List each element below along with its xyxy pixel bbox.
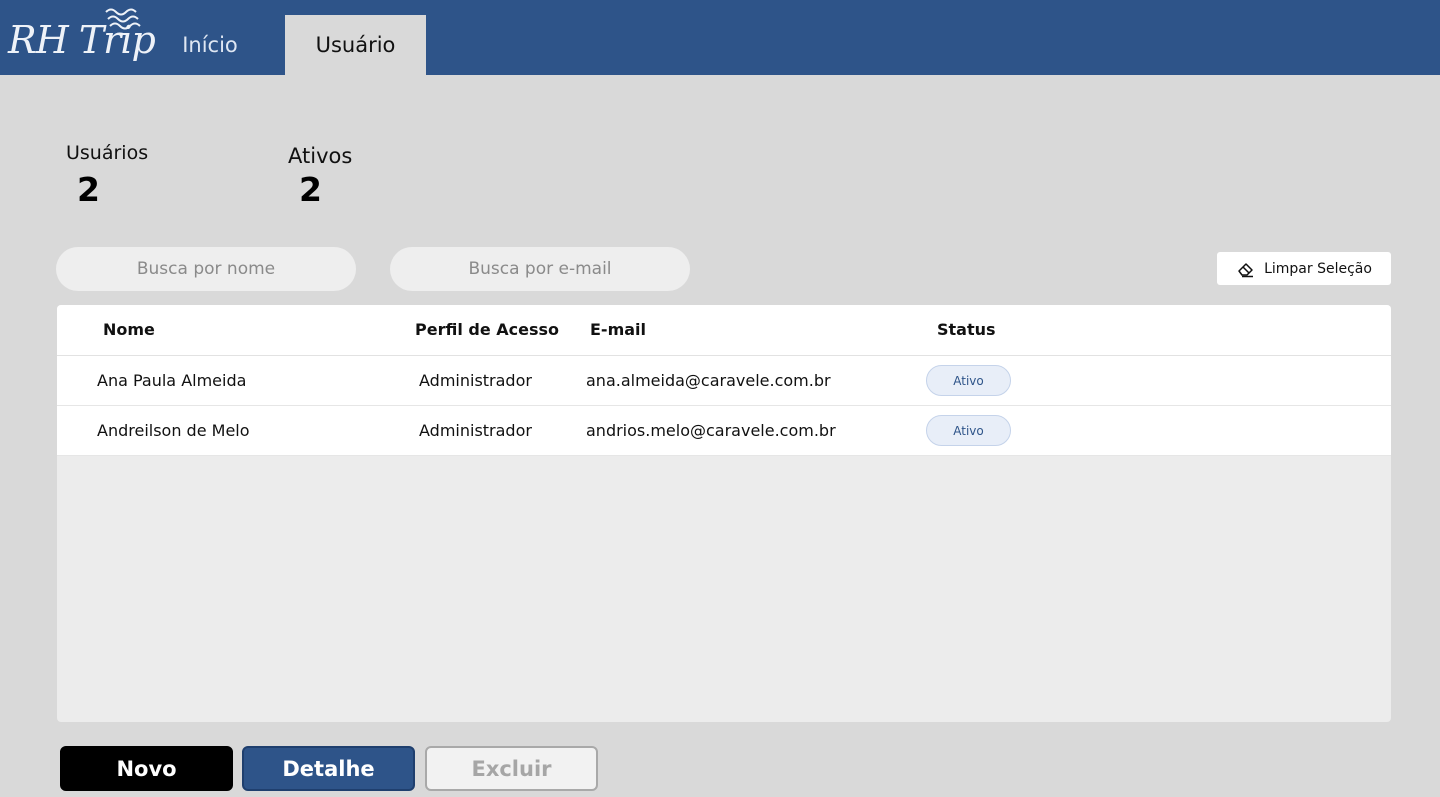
users-count-value: 2	[77, 170, 100, 209]
active-count-value: 2	[299, 170, 322, 209]
delete-button[interactable]: Excluir	[425, 746, 598, 791]
new-button[interactable]: Novo	[60, 746, 233, 791]
status-badge: Ativo	[926, 415, 1011, 446]
table-row[interactable]: Andreilson de Melo Administrador andrios…	[57, 406, 1391, 456]
cell-profile: Administrador	[419, 371, 532, 390]
top-bar: RH Trip Início Usuário	[0, 0, 1440, 75]
column-header-profile[interactable]: Perfil de Acesso	[415, 320, 559, 339]
logo: RH Trip	[6, 6, 156, 68]
column-header-status[interactable]: Status	[937, 320, 996, 339]
tab-usuario[interactable]: Usuário	[285, 15, 426, 75]
active-count-label: Ativos	[288, 144, 353, 168]
search-name-input[interactable]	[56, 247, 356, 291]
users-table: Nome Perfil de Acesso E-mail Status Ana …	[57, 305, 1391, 722]
tab-inicio[interactable]: Início	[160, 15, 260, 75]
eraser-icon	[1238, 262, 1254, 277]
cell-email: andrios.melo@caravele.com.br	[586, 421, 836, 440]
users-count-label: Usuários	[66, 142, 149, 164]
clear-selection-button[interactable]: Limpar Seleção	[1217, 252, 1391, 285]
table-row[interactable]: Ana Paula Almeida Administrador ana.alme…	[57, 356, 1391, 406]
app-root: RH Trip Início Usuário Usuários 2 Ativos…	[0, 0, 1440, 797]
column-header-name[interactable]: Nome	[103, 320, 155, 339]
table-header: Nome Perfil de Acesso E-mail Status	[57, 305, 1391, 356]
cell-profile: Administrador	[419, 421, 532, 440]
cell-name: Ana Paula Almeida	[97, 371, 247, 390]
status-badge: Ativo	[926, 365, 1011, 396]
clear-selection-label: Limpar Seleção	[1264, 260, 1372, 277]
column-header-email[interactable]: E-mail	[590, 320, 646, 339]
wave-icon	[105, 8, 141, 30]
cell-name: Andreilson de Melo	[97, 421, 250, 440]
search-email-input[interactable]	[390, 247, 690, 291]
cell-email: ana.almeida@caravele.com.br	[586, 371, 831, 390]
detail-button[interactable]: Detalhe	[242, 746, 415, 791]
